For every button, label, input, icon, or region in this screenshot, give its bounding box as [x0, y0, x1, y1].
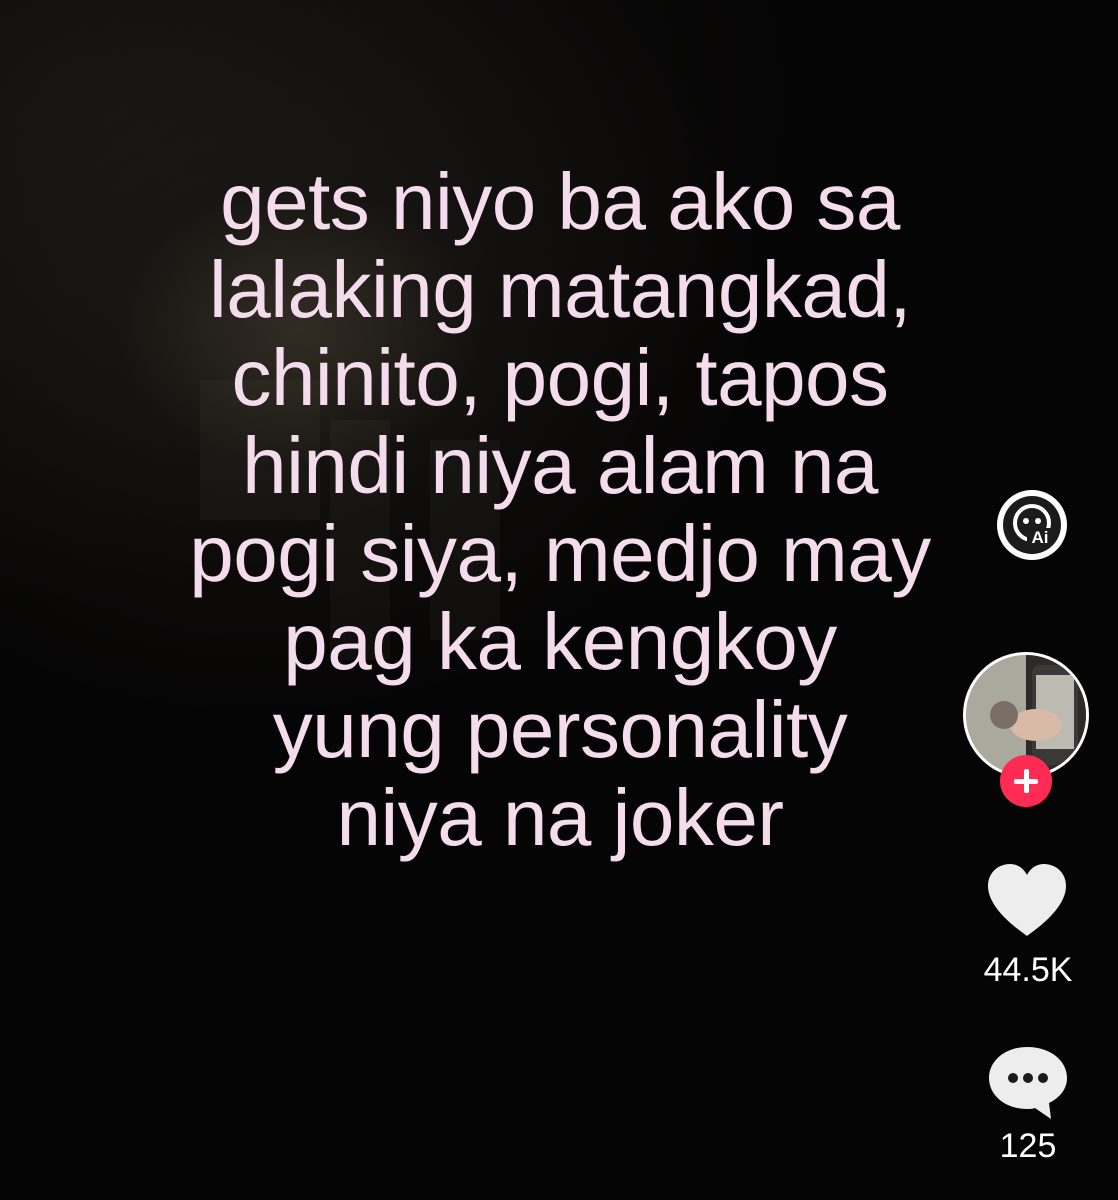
follow-plus-button[interactable]: [1000, 755, 1052, 807]
like-count: 44.5K: [983, 951, 1073, 989]
comment-button[interactable]: [985, 1043, 1075, 1123]
caption-line: yung personality: [272, 685, 848, 774]
caption-line: lalaking matangkad,: [208, 245, 912, 334]
caption-line: pag ka kengkoy: [283, 597, 837, 686]
heart-icon: [988, 864, 1066, 936]
comment-bubble-icon: [989, 1047, 1067, 1119]
video-caption: gets niyo ba ako sa lalaking matangkad, …: [100, 158, 1020, 862]
plus-icon: [1014, 769, 1038, 793]
svg-text:Ai: Ai: [1032, 528, 1049, 547]
ai-effect-icon[interactable]: Ai: [997, 490, 1067, 560]
caption-line: chinito, pogi, tapos: [231, 333, 889, 422]
comment-count: 125: [999, 1127, 1057, 1165]
caption-line: gets niyo ba ako sa: [220, 157, 900, 246]
ai-effect-glyph: Ai: [1003, 496, 1061, 554]
video-screen[interactable]: gets niyo ba ako sa lalaking matangkad, …: [0, 0, 1118, 1200]
like-button[interactable]: [982, 860, 1072, 940]
caption-line: pogi siya, medjo may: [189, 509, 931, 598]
action-rail: [938, 0, 1118, 1200]
caption-line: hindi niya alam na: [242, 421, 878, 510]
caption-line: niya na joker: [336, 773, 784, 862]
